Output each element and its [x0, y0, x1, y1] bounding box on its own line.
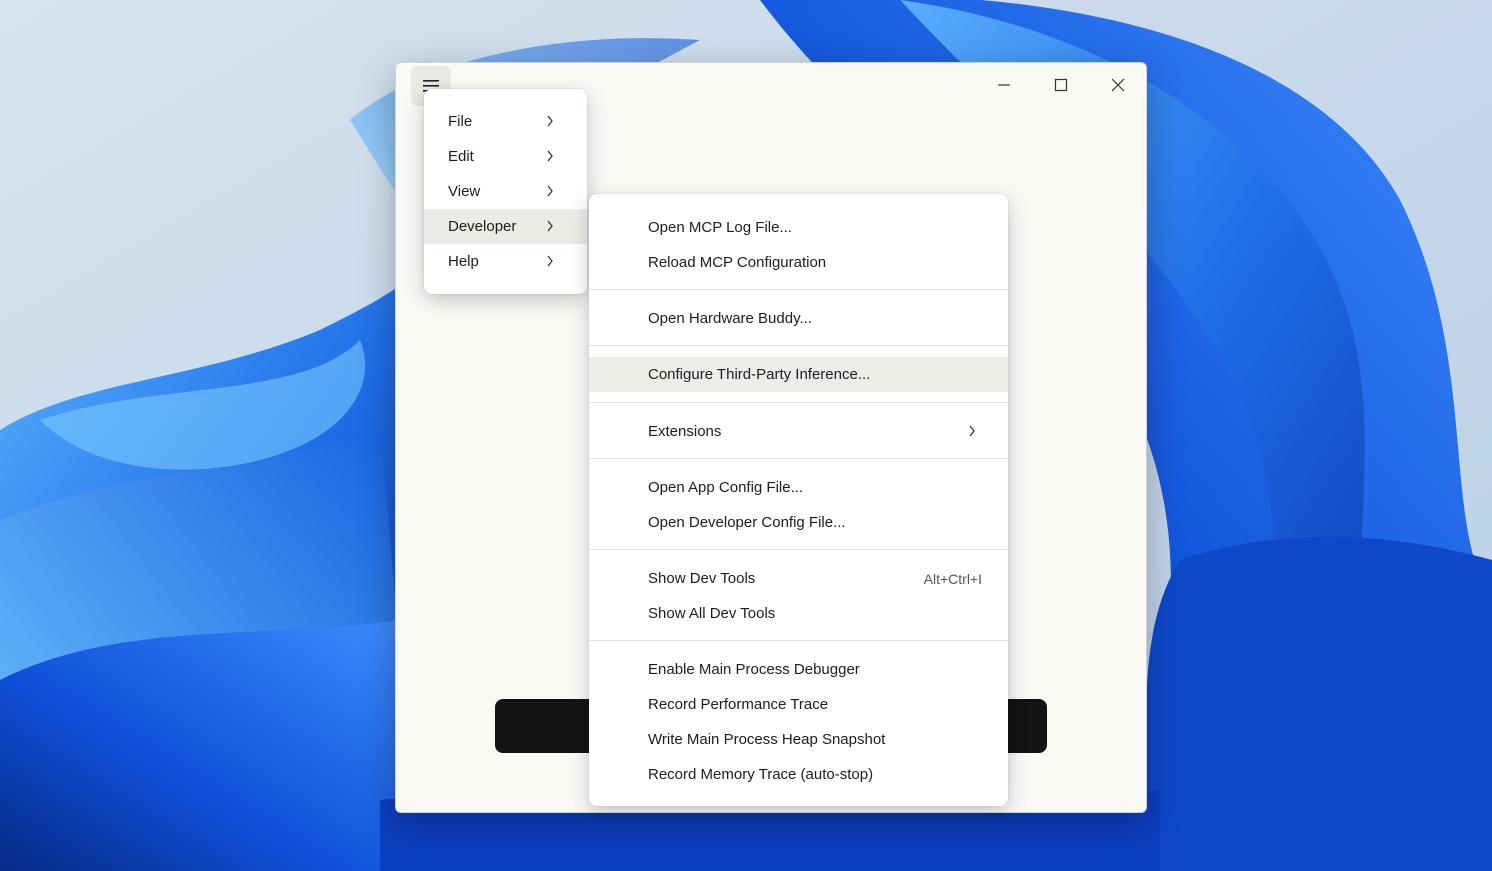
chevron-right-icon [547, 185, 553, 197]
menu-item-show-dev-tools[interactable]: Show Dev Tools Alt+Ctrl+I [589, 561, 1008, 596]
menu-item-label: Extensions [648, 423, 722, 440]
developer-submenu: Open MCP Log File... Reload MCP Configur… [589, 194, 1008, 806]
menu-separator [589, 458, 1008, 459]
menu-item-reload-mcp-config[interactable]: Reload MCP Configuration [589, 245, 1008, 280]
menu-item-label: Show Dev Tools [648, 570, 756, 587]
menu-item-open-hardware-buddy[interactable]: Open Hardware Buddy... [589, 301, 1008, 336]
menu-item-label: View [448, 183, 481, 200]
close-button[interactable] [1095, 67, 1141, 103]
menu-item-open-mcp-log[interactable]: Open MCP Log File... [589, 210, 1008, 245]
menu-item-label: Write Main Process Heap Snapshot [648, 731, 886, 748]
shortcut-label: Alt+Ctrl+I [923, 570, 982, 587]
menu-item-record-performance-trace[interactable]: Record Performance Trace [589, 687, 1008, 722]
menu-item-show-all-dev-tools[interactable]: Show All Dev Tools [589, 596, 1008, 631]
menu-separator [589, 402, 1008, 403]
minimize-button[interactable] [981, 67, 1027, 103]
menu-item-label: Reload MCP Configuration [648, 254, 827, 271]
chevron-right-icon [547, 115, 553, 127]
menu-separator [589, 640, 1008, 641]
menu-item-label: Edit [448, 148, 474, 165]
menu-separator [589, 345, 1008, 346]
menu-item-open-app-config[interactable]: Open App Config File... [589, 470, 1008, 505]
menu-item-label: Show All Dev Tools [648, 605, 776, 622]
menu-item-label: Configure Third-Party Inference... [648, 366, 871, 383]
menu-item-help[interactable]: Help [424, 244, 587, 279]
minimize-icon [998, 84, 1010, 86]
menu-item-developer[interactable]: Developer [424, 209, 587, 244]
menu-item-label: Record Performance Trace [648, 696, 829, 713]
menu-item-edit[interactable]: Edit [424, 139, 587, 174]
menu-item-view[interactable]: View [424, 174, 587, 209]
chevron-right-icon [547, 255, 553, 267]
menu-item-record-memory-trace[interactable]: Record Memory Trace (auto-stop) [589, 757, 1008, 792]
menu-item-label: Open Developer Config File... [648, 514, 846, 531]
chevron-right-icon [547, 150, 553, 162]
menu-item-file[interactable]: File [424, 104, 587, 139]
menu-item-label: Open MCP Log File... [648, 219, 792, 236]
menu-item-label: Developer [448, 218, 517, 235]
menu-separator [589, 549, 1008, 550]
menu-item-label: Enable Main Process Debugger [648, 661, 860, 678]
maximize-button[interactable] [1038, 67, 1084, 103]
menu-item-enable-main-process-debugger[interactable]: Enable Main Process Debugger [589, 652, 1008, 687]
chevron-right-icon [969, 425, 975, 437]
maximize-icon [1054, 78, 1068, 92]
menu-item-label: Open App Config File... [648, 479, 804, 496]
menu-item-write-heap-snapshot[interactable]: Write Main Process Heap Snapshot [589, 722, 1008, 757]
close-icon [1111, 78, 1125, 92]
menu-item-open-developer-config[interactable]: Open Developer Config File... [589, 505, 1008, 540]
menu-item-configure-third-party-inference[interactable]: Configure Third-Party Inference... [589, 357, 1008, 392]
menu-item-extensions[interactable]: Extensions [589, 414, 1008, 449]
chevron-right-icon [547, 220, 553, 232]
menu-item-label: Help [448, 253, 479, 270]
menu-item-label: File [448, 113, 473, 130]
app-main-menu: File Edit View Developer Help [424, 89, 587, 294]
menu-item-label: Open Hardware Buddy... [648, 310, 812, 327]
menu-separator [589, 289, 1008, 290]
menu-item-label: Record Memory Trace (auto-stop) [648, 766, 874, 783]
